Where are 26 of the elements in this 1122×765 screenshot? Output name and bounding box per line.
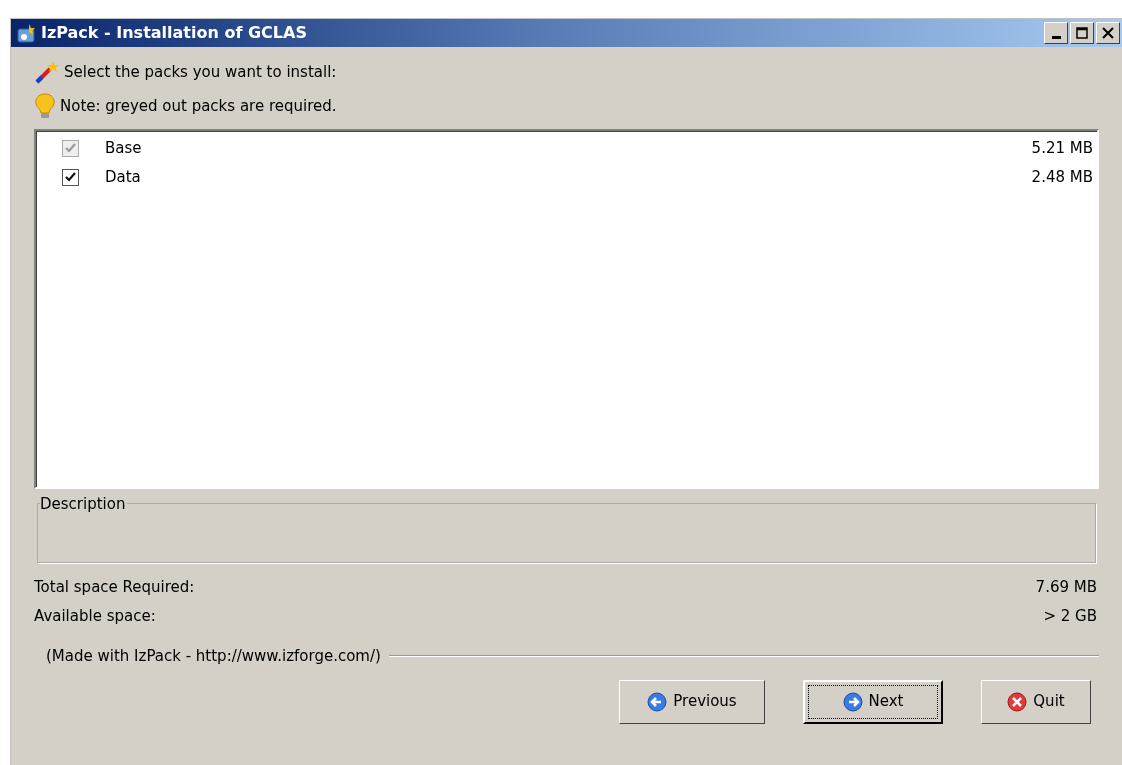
window-title: IzPack - Installation of GCLAS bbox=[41, 22, 307, 44]
next-button[interactable]: Next bbox=[803, 679, 943, 724]
maximize-icon bbox=[1076, 27, 1088, 39]
space-value: > 2 GB bbox=[1043, 606, 1097, 628]
quit-button[interactable]: Quit bbox=[981, 679, 1091, 724]
intro-text: Select the packs you want to install: bbox=[64, 61, 337, 83]
checkbox[interactable] bbox=[62, 169, 79, 186]
space-value: 7.69 MB bbox=[1035, 577, 1097, 599]
close-icon bbox=[1007, 691, 1028, 712]
light-bulb-icon bbox=[34, 93, 56, 119]
pack-size: 5.21 MB bbox=[1031, 138, 1093, 160]
previous-button[interactable]: Previous bbox=[619, 679, 765, 724]
minimize-button[interactable] bbox=[1044, 22, 1068, 44]
pack-name: Base bbox=[105, 138, 142, 160]
note-text: Note: greyed out packs are required. bbox=[60, 95, 337, 117]
credit-text: (Made with IzPack - http://www.izforge.com/) bbox=[46, 646, 381, 667]
installer-icon bbox=[17, 23, 37, 43]
space-label: Total space Required: bbox=[34, 577, 195, 599]
minimize-icon bbox=[1051, 35, 1061, 39]
close-button[interactable] bbox=[1096, 22, 1120, 44]
close-icon bbox=[1102, 27, 1114, 39]
space-label: Available space: bbox=[34, 606, 156, 628]
pack-name: Data bbox=[105, 167, 141, 189]
maximize-button[interactable] bbox=[1070, 22, 1094, 44]
magic-wand-icon bbox=[34, 59, 60, 85]
pack-size: 2.48 MB bbox=[1031, 167, 1093, 189]
